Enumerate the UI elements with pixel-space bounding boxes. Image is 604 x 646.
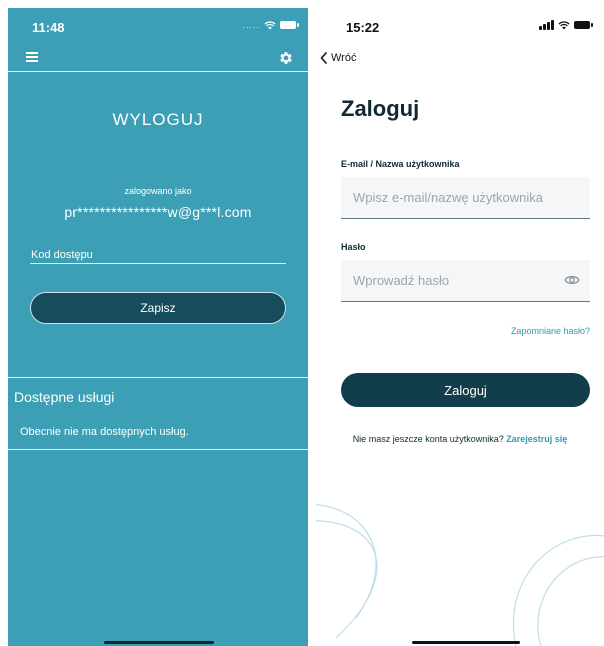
page-title: WYLOGUJ [112,110,204,129]
status-time: 11:48 [32,20,65,35]
decorative-curves [316,504,604,646]
logout-screen: 11:48 ..... WYLOGUJ zalogowano jako pr**… [8,8,308,646]
battery-icon [280,21,299,29]
page-title: Zaloguj [341,96,420,121]
email-field-container [341,177,590,219]
status-time: 15:22 [346,20,380,35]
signal-dots-icon: ..... [242,20,260,30]
chevron-left-icon [320,52,327,64]
no-services-message: Obecnie nie ma dostępnych usług. [20,426,189,438]
battery-icon [574,21,593,29]
no-account-text: Nie masz jeszcze konta użytkownika? [352,434,504,444]
show-password-eye-icon[interactable] [564,274,580,286]
cellular-signal-icon [539,20,554,30]
wifi-icon [558,20,570,29]
status-bar: 11:48 ..... [8,8,308,42]
password-input[interactable] [341,260,590,301]
logged-in-as-label: zalogowano jako [124,186,192,196]
password-label: Hasło [341,242,366,252]
settings-gear-icon[interactable] [278,50,294,66]
services-top-divider [8,377,308,378]
home-indicator[interactable] [412,641,520,644]
home-indicator[interactable] [104,641,214,644]
hamburger-menu-icon[interactable] [26,52,38,62]
status-bar: 15:22 [316,8,604,42]
status-icons: ..... [242,20,299,30]
user-email: pr****************w@g***l.com [64,204,252,220]
password-field-container [341,260,590,302]
back-button[interactable]: Wróć [320,52,356,64]
register-link[interactable]: Zarejestruj się [506,434,567,444]
status-icons [539,20,593,30]
email-label: E-mail / Nazwa użytkownika [341,159,460,169]
login-screen: 15:22 Wróć Zaloguj E-mail / Nazwa użytko… [316,8,604,646]
access-code-field[interactable]: Kod dostępu [31,249,93,261]
register-prompt: Nie masz jeszcze konta użytkownika? Zare… [316,434,604,444]
save-button[interactable]: Zapisz [30,292,286,324]
forgot-password-link[interactable]: Zapomniane hasło? [511,326,590,336]
back-label: Wróć [331,52,357,64]
wifi-icon [264,20,276,29]
email-input[interactable] [341,177,590,218]
access-code-underline [30,263,286,264]
login-button[interactable]: Zaloguj [341,373,590,407]
services-bottom-divider [8,449,308,450]
available-services-heading: Dostępne usługi [14,389,115,405]
header-divider [8,71,308,72]
